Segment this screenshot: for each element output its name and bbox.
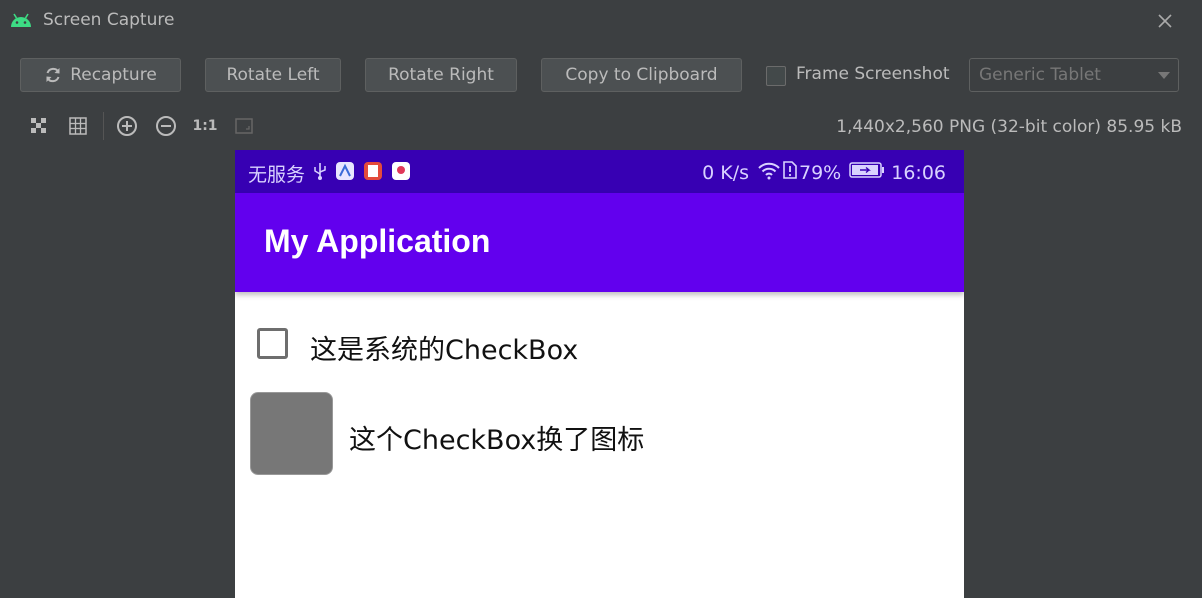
custom-checkbox-label[interactable]: 这个CheckBox换了图标 bbox=[349, 418, 644, 457]
sim-alert-icon bbox=[783, 160, 797, 185]
zoom-out-icon bbox=[156, 116, 176, 136]
actual-size-button[interactable]: 1:1 bbox=[192, 114, 217, 138]
chevron-down-icon bbox=[1158, 72, 1170, 79]
battery-percent: 79% bbox=[799, 161, 842, 184]
recapture-label: Recapture bbox=[70, 65, 157, 85]
grid-icon bbox=[69, 117, 87, 135]
recapture-button[interactable]: Recapture bbox=[20, 58, 181, 92]
checkerboard-toggle[interactable] bbox=[27, 114, 51, 138]
refresh-icon bbox=[46, 67, 60, 83]
system-checkbox-label[interactable]: 这是系统的CheckBox bbox=[310, 328, 578, 367]
rotate-left-label: Rotate Left bbox=[226, 65, 320, 85]
toolbar-divider bbox=[103, 112, 104, 140]
rotate-left-button[interactable]: Rotate Left bbox=[205, 58, 341, 92]
android-icon bbox=[9, 11, 33, 29]
battery-icon bbox=[849, 161, 885, 184]
system-checkbox[interactable] bbox=[257, 328, 288, 359]
status-bar: 无服务 0 K/s 79% 16:06 bbox=[235, 150, 964, 193]
title-bar: Screen Capture bbox=[0, 0, 1202, 42]
copy-to-clipboard-button[interactable]: Copy to Clipboard bbox=[541, 58, 742, 92]
usb-icon bbox=[313, 161, 327, 186]
image-info: 1,440x2,560 PNG (32-bit color) 85.95 kB bbox=[836, 117, 1182, 137]
fit-screen-button[interactable] bbox=[232, 114, 256, 138]
zoom-in-button[interactable] bbox=[115, 114, 139, 138]
device-screenshot: 无服务 0 K/s 79% 16:06 My Application 这是系统的… bbox=[235, 150, 964, 598]
app-store-icon bbox=[335, 161, 355, 186]
window-title: Screen Capture bbox=[43, 10, 175, 30]
frame-screenshot-checkbox[interactable] bbox=[766, 66, 786, 86]
map-app-icon bbox=[391, 161, 411, 186]
fit-screen-icon bbox=[235, 118, 253, 134]
close-button[interactable] bbox=[1152, 8, 1178, 34]
carrier-status: 无服务 bbox=[248, 164, 306, 186]
clock: 16:06 bbox=[891, 161, 946, 184]
copy-label: Copy to Clipboard bbox=[565, 65, 718, 85]
rotate-right-label: Rotate Right bbox=[388, 65, 494, 85]
device-select[interactable]: Generic Tablet bbox=[969, 58, 1179, 92]
book-app-icon bbox=[363, 161, 383, 186]
app-title: My Application bbox=[264, 223, 491, 259]
frame-screenshot-label: Frame Screenshot bbox=[796, 64, 950, 84]
zoom-out-button[interactable] bbox=[154, 114, 178, 138]
custom-checkbox[interactable] bbox=[250, 392, 333, 475]
checkerboard-icon bbox=[31, 118, 46, 133]
device-select-value: Generic Tablet bbox=[979, 65, 1101, 85]
grid-toggle[interactable] bbox=[66, 114, 90, 138]
app-bar: My Application bbox=[235, 193, 964, 292]
network-speed: 0 K/s bbox=[702, 161, 749, 184]
wifi-icon bbox=[757, 160, 781, 185]
close-icon bbox=[1158, 14, 1172, 28]
zoom-in-icon bbox=[117, 116, 137, 136]
rotate-right-button[interactable]: Rotate Right bbox=[365, 58, 517, 92]
